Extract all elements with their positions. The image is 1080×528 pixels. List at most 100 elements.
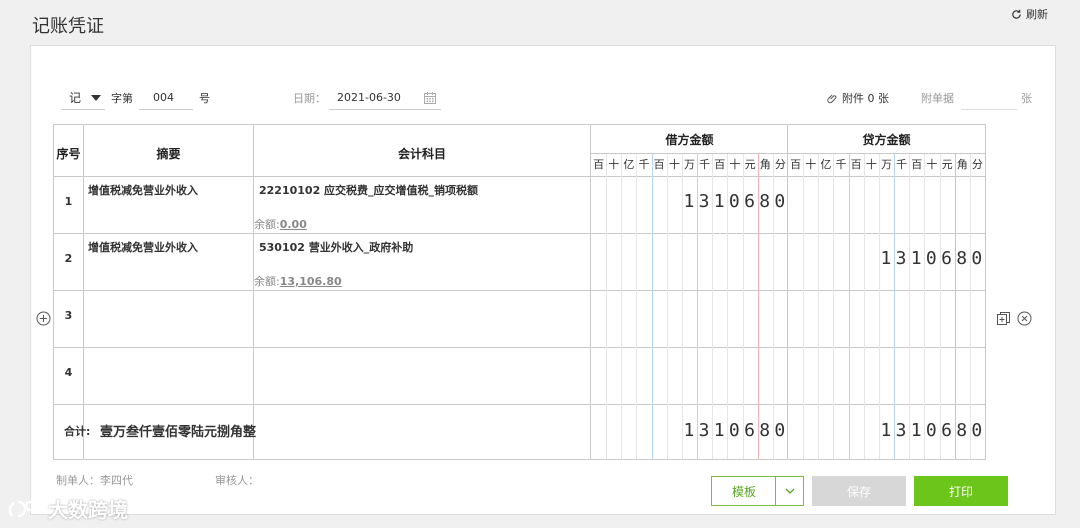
- amount-grid-line: [939, 154, 941, 459]
- amount-grid-line: [818, 154, 820, 459]
- credit-unit-label: 万: [880, 158, 892, 171]
- refresh-button[interactable]: 刷新: [1011, 6, 1048, 22]
- copy-row-icon[interactable]: [996, 311, 1011, 326]
- attachment-label: 附件 0 张: [842, 92, 889, 105]
- watermark: 大数跨境: [8, 494, 128, 523]
- watermark-text: 大数跨境: [48, 498, 128, 522]
- date-value: 2021-06-30: [337, 91, 401, 104]
- amount-grid-line: [803, 154, 805, 459]
- paperclip-icon: [827, 94, 837, 103]
- print-button[interactable]: 打印: [914, 476, 1008, 506]
- debit-unit-label: 分: [774, 158, 786, 171]
- amount-grid-line: [878, 154, 880, 459]
- amount-grid-line: [666, 154, 668, 459]
- debit-unit-label: 百: [593, 158, 605, 171]
- credit-unit-label: 百: [850, 158, 862, 171]
- credit-unit-label: 千: [896, 158, 908, 171]
- amount-digit: 1: [880, 420, 892, 441]
- chevron-down-icon: [785, 488, 794, 494]
- amount-digit: 1: [880, 248, 892, 269]
- row-2-balance-value: 13,106.80: [279, 275, 342, 288]
- watermark-logo-icon: [8, 500, 42, 517]
- attachment-link[interactable]: 附件 0 张: [827, 86, 889, 110]
- row-1-subject[interactable]: 22210102 应交税费_应交增值税_销项税额: [259, 182, 478, 198]
- template-button-label: 模板: [731, 484, 756, 499]
- delete-row-icon[interactable]: [1017, 311, 1032, 326]
- amount-digit: 1: [910, 420, 922, 441]
- template-button[interactable]: 模板: [711, 476, 804, 506]
- amount-digit: 6: [744, 420, 755, 441]
- amount-digit: 0: [728, 191, 740, 212]
- credit-unit-label: 分: [971, 158, 983, 171]
- debit-unit-label: 百: [714, 158, 726, 171]
- reviewer-label: 审核人：: [215, 474, 259, 487]
- amount-grid-line: [894, 154, 896, 459]
- amount-grid-line: [833, 154, 835, 459]
- date-input[interactable]: 2021-06-30: [329, 86, 441, 110]
- zi-label: 字第: [111, 92, 133, 105]
- row-2-summary[interactable]: 增值税减免营业外收入: [88, 239, 198, 255]
- debit-unit-label: 千: [699, 158, 711, 171]
- credit-unit-label: 百: [911, 158, 923, 171]
- row-1-balance-value: 0.00: [279, 218, 307, 231]
- debit-unit-label: 十: [729, 158, 741, 171]
- add-row-icon[interactable]: [36, 311, 51, 326]
- row-1-balance: 余额:0.00: [254, 216, 307, 232]
- amount-digit: 1: [713, 191, 725, 212]
- debit-unit-label: 角: [759, 158, 771, 171]
- header-subject: 会计科目: [397, 147, 446, 161]
- calendar-icon: [424, 91, 436, 104]
- credit-unit-label: 千: [835, 158, 847, 171]
- header-index: 序号: [56, 147, 81, 161]
- debit-unit-label: 百: [653, 158, 665, 171]
- row-2-subject[interactable]: 530102 营业外收入_政府补助: [259, 239, 413, 255]
- amount-digit: 8: [956, 248, 968, 269]
- amount-digit: 3: [698, 420, 710, 441]
- amount-grid-line: [621, 154, 623, 459]
- credit-unit-label: 百: [790, 158, 802, 171]
- amount-digit: 0: [925, 248, 937, 269]
- row-2-balance: 余额:13,106.80: [254, 273, 342, 289]
- amount-grid-line: [924, 154, 926, 459]
- page-title: 记账凭证: [32, 16, 104, 37]
- header-debit: 借方金额: [665, 133, 714, 147]
- divider: [54, 347, 985, 348]
- date-label: 日期：: [293, 92, 326, 105]
- amount-digit: 1: [910, 248, 922, 269]
- voucher-number-input[interactable]: 004: [139, 86, 193, 110]
- amount-digit: 1: [683, 191, 695, 212]
- amount-digit: 8: [759, 191, 771, 212]
- total-amount-text: 壹万叁仟壹佰零陆元捌角整: [100, 425, 257, 440]
- row-1-summary[interactable]: 增值税减免营业外收入: [88, 182, 198, 198]
- bill-count-input[interactable]: [961, 86, 1017, 110]
- amount-digit: 0: [774, 420, 786, 441]
- save-button[interactable]: 保存: [812, 476, 906, 506]
- voucher-table: 序号 摘要 会计科目 借方金额 贷方金额 1 增值税减免营业外收入 222101…: [53, 124, 986, 460]
- voucher-meta: 记 字第 004 号 日期： 2021-06-30 附件 0 张 附单据 张: [31, 86, 1055, 110]
- amount-digit: 3: [895, 420, 907, 441]
- amount-digit: 6: [941, 420, 952, 441]
- hao-label: 号: [199, 92, 210, 105]
- amount-digit: 0: [925, 420, 937, 441]
- divider: [54, 290, 985, 291]
- amount-digit: 8: [759, 420, 771, 441]
- debit-unit-label: 元: [744, 158, 756, 171]
- amount-digit: 6: [744, 191, 755, 212]
- voucher-word-select[interactable]: 记: [61, 86, 105, 110]
- template-dropdown-toggle[interactable]: [775, 477, 803, 505]
- amount-digit: 8: [956, 420, 968, 441]
- caret-down-icon: [91, 94, 101, 101]
- amount-grid-line: [954, 154, 956, 459]
- credit-unit-label: 十: [865, 158, 877, 171]
- divider: [54, 233, 985, 234]
- row-1-balance-label: 余额:: [254, 218, 280, 231]
- refresh-icon: [1012, 9, 1021, 19]
- amount-grid-line: [651, 154, 653, 459]
- amount-grid-line: [969, 154, 971, 459]
- header-summary: 摘要: [156, 147, 181, 161]
- voucher-panel: 记 字第 004 号 日期： 2021-06-30 附件 0 张 附单据 张 序…: [30, 45, 1056, 515]
- amount-digit: 6: [941, 248, 952, 269]
- header-credit: 贷方金额: [862, 133, 911, 147]
- amount-digit: 0: [774, 191, 786, 212]
- amount-digit: 0: [971, 420, 983, 441]
